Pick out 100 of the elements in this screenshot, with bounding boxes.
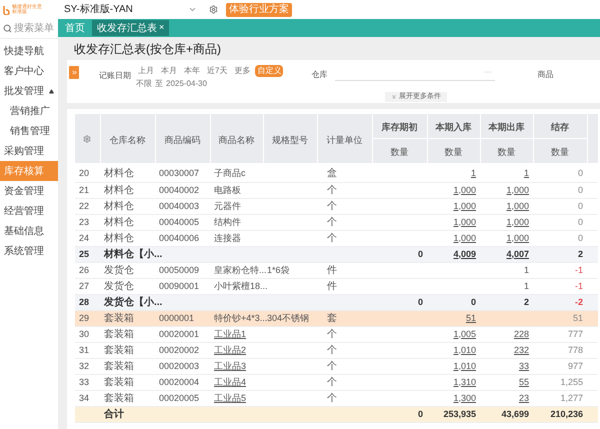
table-cell: 00040003 <box>159 200 200 210</box>
collapse-button[interactable] <box>69 66 79 79</box>
settings-icon[interactable] <box>83 134 92 142</box>
sidebar-item[interactable]: 采购管理 <box>0 141 58 161</box>
quantity-value[interactable]: 1,010 <box>453 360 476 370</box>
table-row[interactable]: 29 套装箱 0000001 特价钞+4*3...304不锈钢 套 51 51 <box>75 310 598 326</box>
page-tab[interactable]: 收发存汇总表 × <box>92 20 170 36</box>
table-row[interactable]: 32 套装箱 00020003 工业品3 个 1,010 33 977 <box>75 358 598 374</box>
table-row[interactable]: 23 材料仓 00040005 结构件 个 1,000 1,000 0 <box>75 214 598 230</box>
quantity-value: 1,255 <box>560 376 583 386</box>
row-number: 25 <box>79 248 90 258</box>
quantity-value[interactable]: 1 <box>470 168 476 178</box>
quantity-value: 1 <box>524 280 529 290</box>
quantity-value[interactable]: 55 <box>518 376 529 386</box>
table-cell: 皇家粉仓特... <box>214 264 267 274</box>
quantity-value: 2 <box>524 296 529 306</box>
row-number: 26 <box>79 264 90 274</box>
date-preset[interactable]: 上月 <box>136 65 156 77</box>
date-preset[interactable]: 近7天 <box>205 65 230 77</box>
date-preset[interactable]: 本年 <box>182 65 202 77</box>
date-to[interactable]: 2025-04-30 <box>166 78 207 90</box>
table-row[interactable]: 27 发货仓 00090001 小叶紫檀18... 件 1 -1 <box>75 278 598 294</box>
table-cell[interactable]: 工业品1 <box>214 328 246 338</box>
quantity-value[interactable]: 1,000 <box>506 232 529 242</box>
row-number: 24 <box>79 232 90 242</box>
quantity-value[interactable]: 1,000 <box>506 216 529 226</box>
table-cell: 发货仓 <box>104 280 134 292</box>
table-cell: 00020004 <box>159 376 200 386</box>
sidebar-item[interactable]: 销售管理 <box>0 121 58 141</box>
table-cell: 盒 <box>327 168 337 180</box>
settings-icon[interactable] <box>209 5 218 14</box>
column-subheader: 数量 <box>498 147 516 157</box>
table-cell: 材料仓 <box>104 184 134 196</box>
quantity-value[interactable]: 1 <box>524 168 529 178</box>
table-cell[interactable]: 工业品5 <box>214 392 246 402</box>
group-label: 发货仓【小... <box>104 296 162 308</box>
quantity-value: 0 <box>418 296 423 306</box>
sidebar-item[interactable]: 客户中心 <box>0 61 58 81</box>
quantity-value[interactable]: 4,009 <box>453 248 476 258</box>
sidebar-item[interactable]: 批发管理 <box>0 81 58 101</box>
table-cell: 个 <box>327 376 337 388</box>
table-cell: 套装箱 <box>104 376 134 388</box>
table-cell[interactable]: 工业品2 <box>214 344 246 354</box>
quantity-value[interactable]: 1,010 <box>453 344 476 354</box>
sidebar-item[interactable]: 系统管理 <box>0 241 58 261</box>
date-preset[interactable]: 更多 <box>232 65 252 77</box>
table-cell: 304不锈钢 <box>267 312 310 322</box>
table-row[interactable]: 26 发货仓 00050009 皇家粉仓特...1*6袋 件 1 -1 <box>75 262 598 278</box>
search-field[interactable]: 搜索菜单 <box>0 19 58 39</box>
table-cell: 连接器 <box>214 232 241 242</box>
quantity-value[interactable]: 228 <box>514 328 529 338</box>
quantity-value[interactable]: 23 <box>518 392 529 402</box>
quantity-value[interactable]: 51 <box>466 312 476 322</box>
table-row[interactable]: 34 套装箱 00020005 工业品5 个 1,300 23 1,277 <box>75 390 598 406</box>
sidebar-item[interactable]: 基础信息 <box>0 221 58 241</box>
table-cell: 1*6袋 <box>267 264 290 274</box>
quantity-value[interactable]: 4,007 <box>506 248 529 258</box>
quantity-value[interactable]: 1,000 <box>506 184 529 194</box>
table-cell: 套 <box>327 312 337 324</box>
date-from[interactable]: 不限 <box>136 78 152 90</box>
row-number: 31 <box>79 344 90 354</box>
table-cell: 子商品c <box>214 168 246 178</box>
table-row[interactable]: 31 套装箱 00020002 工业品2 个 1,010 232 778 <box>75 342 598 358</box>
quantity-value[interactable]: 1,000 <box>506 200 529 210</box>
quantity-value[interactable]: 1,000 <box>453 232 476 242</box>
quantity-value[interactable]: 1,005 <box>453 328 476 338</box>
quantity-value[interactable]: 1,000 <box>453 200 476 210</box>
quantity-value[interactable]: 232 <box>514 344 529 354</box>
dropdown-icon[interactable] <box>188 5 197 14</box>
sidebar-item[interactable]: 经营管理 <box>0 201 58 221</box>
sidebar-item[interactable]: 快捷导航 <box>0 41 58 61</box>
table-cell[interactable]: 工业品4 <box>214 376 246 386</box>
table-row[interactable]: 20 材料仓 00030007 子商品c 盒 1 1 0 <box>75 166 598 182</box>
quantity-value: 1,277 <box>560 392 583 402</box>
quantity-value[interactable]: 1,000 <box>453 184 476 194</box>
table-row[interactable]: 33 套装箱 00020004 工业品4 个 1,310 55 1,255 <box>75 374 598 390</box>
table-row[interactable]: 21 材料仓 00040002 电路板 个 1,000 1,000 0 <box>75 182 598 198</box>
quantity-value[interactable]: 1,000 <box>453 216 476 226</box>
table-cell[interactable]: 工业品3 <box>214 360 246 370</box>
quantity-value[interactable]: 33 <box>518 360 529 370</box>
table-row[interactable]: 24 材料仓 00040006 连接器 个 1,000 1,000 0 <box>75 230 598 246</box>
table-cell: 00030007 <box>159 168 200 178</box>
table-cell: 件 <box>327 264 337 276</box>
quantity-value: 777 <box>568 328 583 338</box>
quantity-value[interactable]: 1,300 <box>453 392 476 402</box>
quantity-value: 210,236 <box>550 408 583 418</box>
date-preset[interactable]: 本月 <box>159 65 179 77</box>
quantity-value[interactable]: 1,310 <box>453 376 476 386</box>
table-row[interactable]: 30 套装箱 00020001 工业品1 个 1,005 228 777 <box>75 326 598 342</box>
close-icon[interactable]: × <box>159 21 164 35</box>
account-name[interactable]: SY-标准版-YAN <box>64 2 184 17</box>
column-subheader: 数量 <box>390 147 408 157</box>
table-cell: 套装箱 <box>104 344 134 356</box>
sidebar-item[interactable]: 资金管理 <box>0 181 58 201</box>
chevrons-down-icon <box>391 94 397 100</box>
table-row[interactable]: 22 材料仓 00040003 元器件 个 1,000 1,000 0 <box>75 198 598 214</box>
table-cell: 00040006 <box>159 232 200 242</box>
table-cell: 材料仓 <box>104 232 134 244</box>
row-number: 23 <box>79 216 90 226</box>
sidebar-item[interactable]: 营销推广 <box>0 101 58 121</box>
